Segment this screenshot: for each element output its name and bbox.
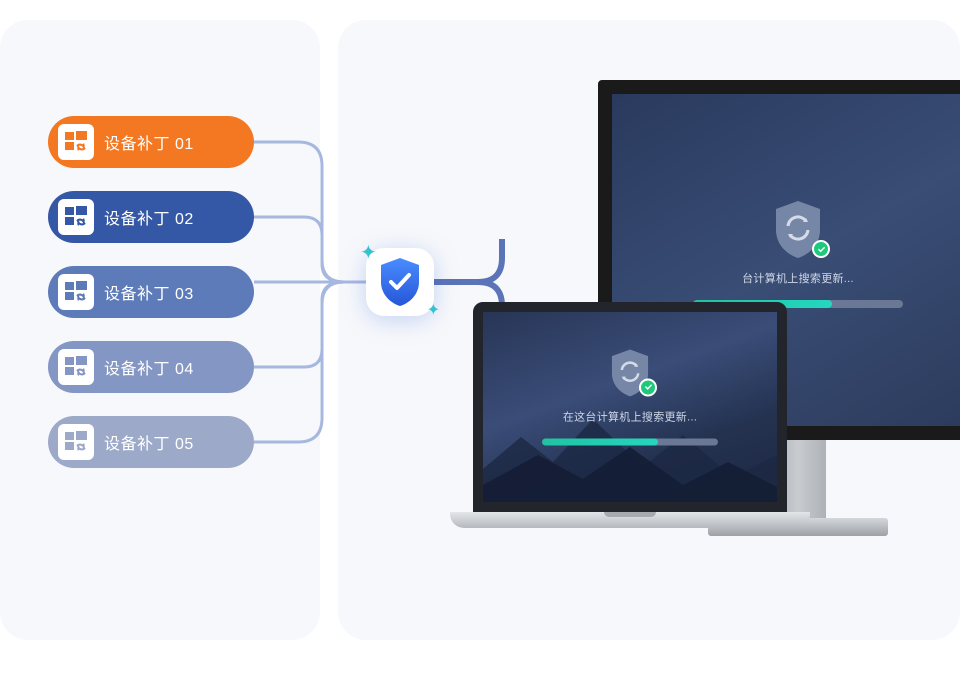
patch-pill-02[interactable]: 设备补丁 02 (48, 191, 254, 243)
patch-label: 设备补丁 02 (104, 205, 194, 229)
laptop-progress-bar (542, 438, 718, 445)
sparkle-icon: ✦ (427, 300, 440, 320)
sparkle-icon: ✦ (360, 240, 377, 265)
sync-shield-icon (607, 346, 653, 398)
laptop-status-text: 在这台计算机上搜索更新... (563, 408, 697, 424)
windows-sync-icon (58, 349, 94, 385)
check-badge-icon (812, 240, 830, 258)
patch-pill-04[interactable]: 设备补丁 04 (48, 341, 254, 393)
monitor-status-text: 台计算机上搜索更新... (742, 270, 854, 286)
shield-check-nexus: ✦ ✦ (364, 246, 436, 318)
windows-sync-icon (58, 124, 94, 160)
patch-label: 设备补丁 05 (104, 430, 194, 454)
laptop: 在这台计算机上搜索更新... (450, 302, 810, 528)
windows-sync-icon (58, 424, 94, 460)
laptop-screen: 在这台计算机上搜索更新... (473, 302, 787, 512)
patch-pill-03[interactable]: 设备补丁 03 (48, 266, 254, 318)
check-badge-icon (639, 378, 657, 396)
patch-label: 设备补丁 04 (104, 355, 194, 379)
patch-pill-05[interactable]: 设备补丁 05 (48, 416, 254, 468)
patch-pill-01[interactable]: 设备补丁 01 (48, 116, 254, 168)
sync-shield-icon (770, 198, 826, 260)
patch-label: 设备补丁 01 (104, 130, 194, 154)
windows-sync-icon (58, 274, 94, 310)
windows-sync-icon (58, 199, 94, 235)
laptop-base (450, 512, 810, 528)
patch-label: 设备补丁 03 (104, 280, 194, 304)
